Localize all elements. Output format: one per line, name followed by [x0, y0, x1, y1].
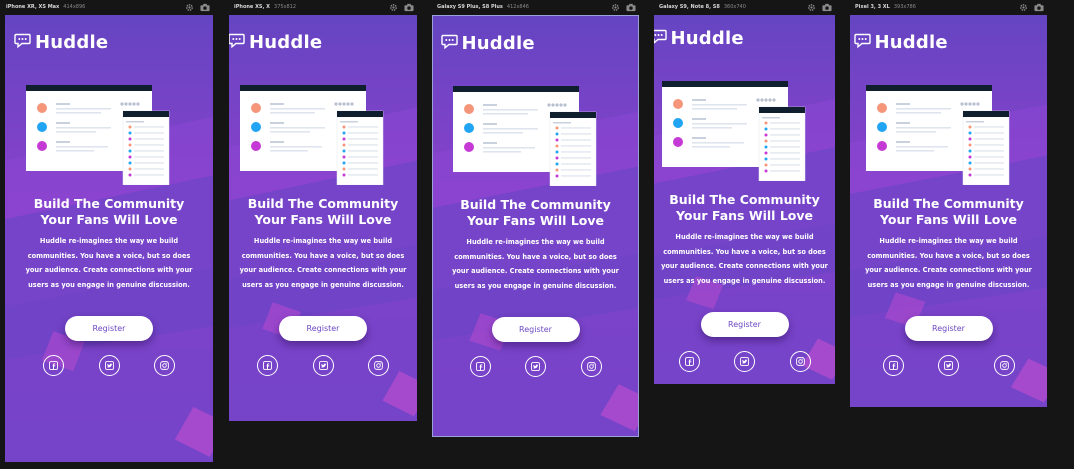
twitter-icon[interactable]	[312, 355, 334, 376]
hero-mockup-illustration	[865, 85, 1009, 185]
instagram-icon[interactable]	[580, 356, 602, 377]
hero-title-line-2: Your Fans Will Love	[40, 212, 178, 227]
register-button[interactable]: Register	[65, 316, 153, 341]
chat-bubble-icon	[229, 33, 245, 52]
brand-name: Huddle	[249, 32, 323, 53]
device-viewport: Huddle Build The Community Your Fans Wil…	[229, 15, 417, 421]
facebook-icon[interactable]	[43, 355, 64, 376]
settings-gear-icon[interactable]	[611, 3, 620, 12]
twitter-icon[interactable]	[734, 351, 755, 372]
facebook-icon[interactable]	[882, 355, 904, 376]
huddle-logo[interactable]: Huddle	[14, 32, 108, 53]
twitter-icon[interactable]	[525, 356, 546, 377]
facebook-icon[interactable]	[257, 355, 278, 376]
hero-title-line-1: Build The Community	[669, 192, 820, 207]
hero-description: Huddle re-imagines the way we build comm…	[239, 237, 407, 289]
instagram-icon[interactable]	[993, 355, 1015, 376]
brand-name: Huddle	[35, 32, 109, 53]
huddle-logo[interactable]: Huddle	[853, 32, 948, 53]
register-button[interactable]: Register	[904, 316, 993, 341]
device-name: Galaxy S9 Plus, S8 Plus	[437, 4, 503, 10]
device-size: 412x846	[506, 4, 529, 10]
facebook-icon[interactable]	[469, 356, 491, 377]
register-button[interactable]: Register	[491, 317, 580, 342]
hero-title-line-1: Build The Community	[460, 197, 611, 212]
device-name: Galaxy S9, Note 8, S8	[659, 4, 720, 10]
device-size: 375x812	[274, 4, 297, 10]
settings-gear-icon[interactable]	[185, 3, 194, 12]
device-toolbar: Pixel 3, 3 XL 393x786	[849, 0, 1047, 14]
social-links	[882, 355, 1015, 376]
hero-title: Build The Community Your Fans Will Love	[229, 196, 417, 228]
camera-icon[interactable]	[200, 3, 210, 12]
huddle-logo[interactable]: Huddle	[654, 28, 744, 49]
register-button[interactable]: Register	[279, 316, 367, 341]
social-links	[257, 355, 389, 376]
chat-bubble-icon	[853, 33, 871, 52]
hero-title: Build The Community Your Fans Will Love	[441, 197, 631, 229]
hero-title-line-2: Your Fans Will Love	[675, 208, 813, 223]
twitter-icon[interactable]	[98, 355, 120, 376]
hero-description: Huddle re-imagines the way we build comm…	[25, 237, 193, 289]
instagram-icon[interactable]	[789, 351, 811, 372]
hero-description: Huddle re-imagines the way we build comm…	[452, 238, 619, 290]
hero-title-line-1: Build The Community	[33, 196, 185, 211]
instagram-icon[interactable]	[154, 355, 175, 376]
device-size: 414x896	[63, 4, 86, 10]
hero-title: Build The Community Your Fans Will Love	[854, 196, 1044, 228]
brand-name: Huddle	[874, 32, 948, 53]
social-links	[43, 355, 175, 376]
facebook-icon[interactable]	[678, 351, 700, 372]
huddle-logo[interactable]: Huddle	[440, 33, 535, 54]
camera-icon[interactable]	[404, 3, 414, 12]
settings-gear-icon[interactable]	[389, 3, 398, 12]
device-toolbar: Galaxy S9, Note 8, S8 360x740	[653, 0, 835, 14]
hero-title-line-2: Your Fans Will Love	[879, 212, 1017, 227]
huddle-logo[interactable]: Huddle	[229, 32, 322, 53]
device-viewport: Huddle Build The Community Your Fans Wil…	[654, 15, 835, 384]
camera-icon[interactable]	[822, 3, 832, 12]
hero-title: Build The Community Your Fans Will Love	[14, 196, 204, 228]
hero-description: Huddle re-imagines the way we build comm…	[661, 233, 828, 285]
device-size: 360x740	[723, 4, 746, 10]
device-name: Pixel 3, 3 XL	[855, 4, 890, 10]
settings-gear-icon[interactable]	[807, 3, 816, 12]
device-toolbar: iPhone XS, X 375x812	[228, 0, 417, 14]
chat-bubble-icon	[14, 33, 31, 52]
hero-mockup-illustration	[240, 85, 384, 185]
hero-description: Huddle re-imagines the way we build comm…	[865, 237, 1032, 289]
device-name: iPhone XS, X	[234, 4, 271, 10]
hero-title-line-2: Your Fans Will Love	[466, 213, 604, 228]
device-toolbar: Galaxy S9 Plus, S8 Plus 412x846	[431, 0, 639, 14]
register-button[interactable]: Register	[700, 312, 789, 337]
hero-mockup-illustration	[661, 81, 805, 181]
settings-gear-icon[interactable]	[1019, 3, 1028, 12]
hero-mockup-illustration	[26, 85, 170, 185]
camera-icon[interactable]	[1034, 3, 1044, 12]
twitter-icon[interactable]	[938, 355, 959, 376]
chat-bubble-icon	[654, 29, 667, 48]
hero-title-line-1: Build The Community	[247, 196, 399, 211]
social-links	[469, 356, 602, 377]
device-size: 393x786	[893, 4, 916, 10]
hero-mockup-illustration	[452, 86, 596, 186]
hero-title: Build The Community Your Fans Will Love	[654, 192, 835, 224]
camera-icon[interactable]	[626, 3, 636, 12]
brand-name: Huddle	[670, 28, 744, 49]
device-viewport: Huddle Build The Community Your Fans Wil…	[432, 15, 639, 437]
hero-title-line-2: Your Fans Will Love	[254, 212, 392, 227]
device-name: iPhone XR, XS Max	[6, 4, 60, 10]
social-links	[678, 351, 811, 372]
hero-title-line-1: Build The Community	[873, 196, 1024, 211]
device-viewport: Huddle Build The Community Your Fans Wil…	[5, 15, 213, 462]
device-viewport: Huddle Build The Community Your Fans Wil…	[850, 15, 1047, 407]
device-toolbar: iPhone XR, XS Max 414x896	[0, 0, 213, 14]
brand-name: Huddle	[461, 33, 535, 54]
chat-bubble-icon	[440, 34, 458, 53]
instagram-icon[interactable]	[368, 355, 389, 376]
